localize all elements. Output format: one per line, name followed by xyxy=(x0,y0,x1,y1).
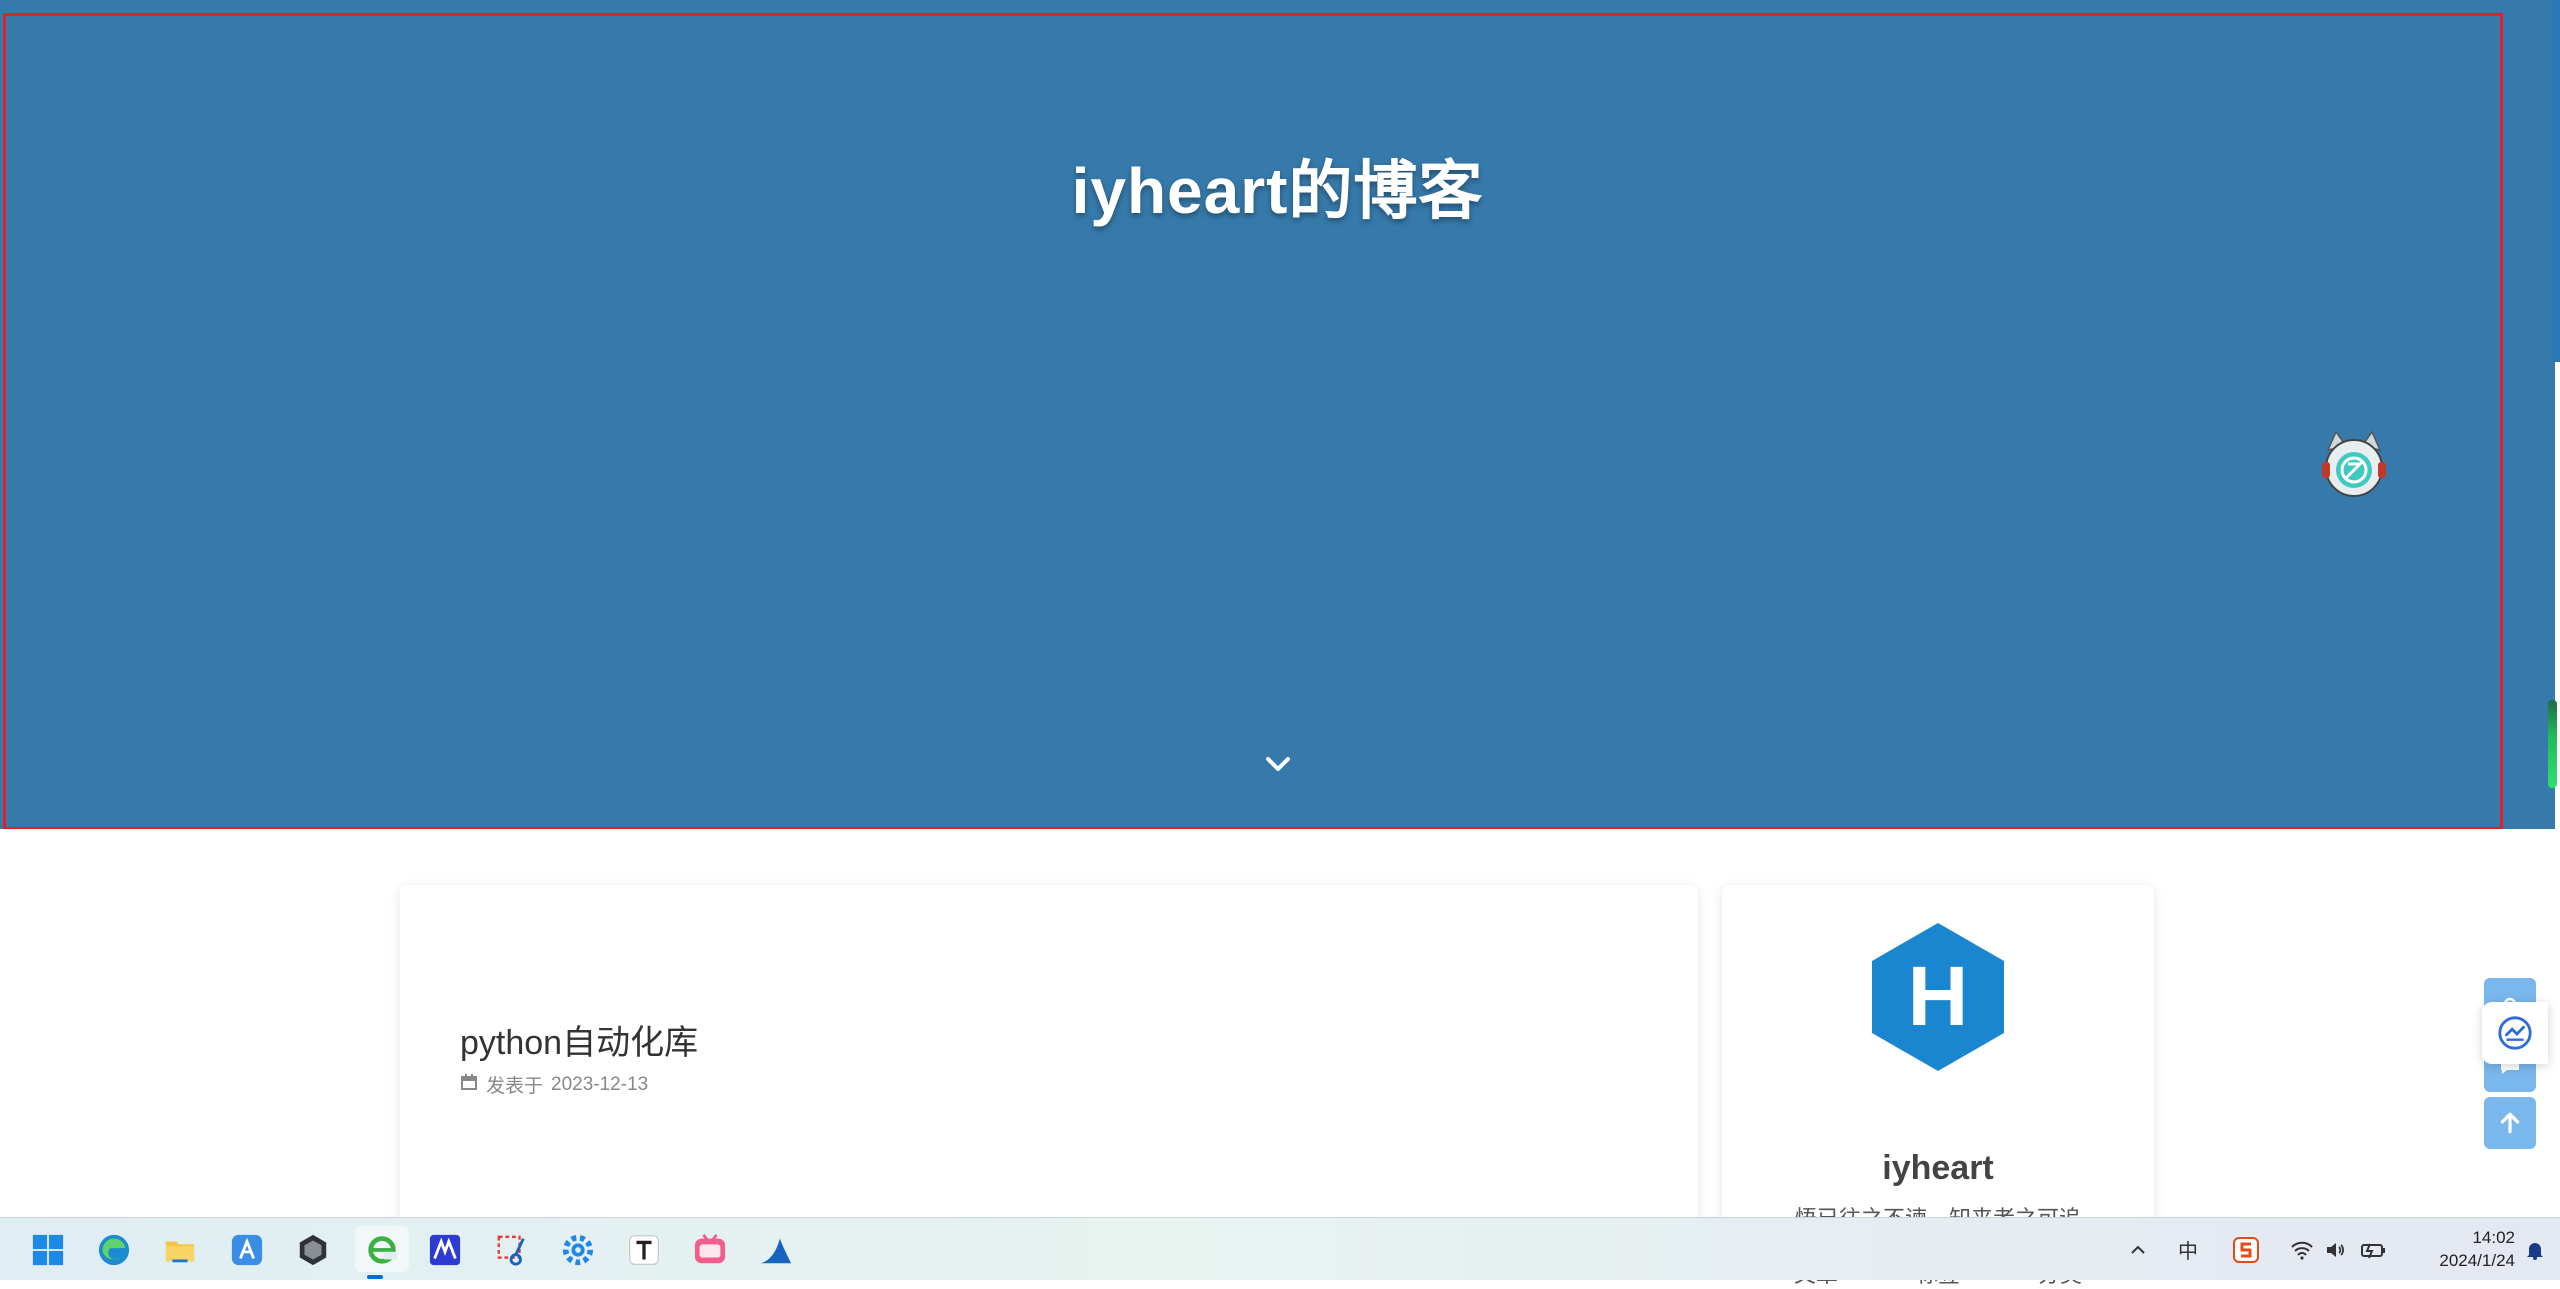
side-progress-indicator xyxy=(2548,700,2557,788)
author-name: iyheart xyxy=(1882,1149,1994,1187)
author-card: H iyheart 悟已往之不谏，知来者之可追 文章 标签 分类 xyxy=(1722,885,2154,1287)
snipping-tool-icon[interactable] xyxy=(492,1230,532,1270)
avatar-letter: H xyxy=(1908,949,1969,1043)
wireshark-icon[interactable] xyxy=(756,1230,796,1270)
scroll-down-chevron-icon[interactable] xyxy=(1261,748,1295,782)
typora-icon[interactable] xyxy=(624,1230,664,1270)
file-explorer-icon[interactable] xyxy=(160,1230,200,1270)
ime-label: 中 xyxy=(2178,1241,2198,1263)
translate-widget-icon[interactable] xyxy=(2482,1002,2548,1064)
hero-banner: iyheart的博客 xyxy=(0,0,2555,829)
post-meta: 发表于 2023-12-13 xyxy=(460,1071,648,1098)
clock-time: 14:02 xyxy=(2472,1228,2515,1247)
app-m-icon[interactable] xyxy=(425,1230,465,1270)
post-date: 2023-12-13 xyxy=(551,1073,649,1095)
post-title[interactable]: python自动化库 xyxy=(460,1015,698,1064)
mascot-icon[interactable] xyxy=(2318,428,2390,500)
wifi-icon[interactable] xyxy=(2290,1218,2314,1281)
post-meta-label: 发表于 xyxy=(486,1076,544,1097)
volume-icon[interactable] xyxy=(2324,1218,2348,1281)
settings-gear-icon[interactable] xyxy=(558,1230,598,1270)
main-content: python自动化库 发表于 2023-12-13 H iyheart 悟已往之… xyxy=(0,829,2560,1287)
notification-bell-icon[interactable] xyxy=(2524,1218,2546,1281)
ime-indicator[interactable]: 中 xyxy=(2178,1218,2198,1281)
tray-chevron-icon[interactable] xyxy=(2128,1218,2148,1281)
back-to-top-button[interactable] xyxy=(2484,1097,2536,1149)
edge-browser-icon[interactable] xyxy=(94,1230,134,1270)
app-a-icon[interactable] xyxy=(227,1230,267,1270)
sogou-ime-icon[interactable] xyxy=(2232,1218,2260,1281)
site-title[interactable]: iyheart的博客 xyxy=(0,140,2555,232)
taskbar: 中 14:02 2024/1/24 xyxy=(0,1217,2560,1280)
active-app-indicator xyxy=(367,1275,383,1279)
dark-cube-app-icon[interactable] xyxy=(293,1230,333,1270)
page-scrollbar[interactable] xyxy=(2552,0,2560,362)
bilibili-icon[interactable] xyxy=(690,1230,730,1270)
calendar-icon xyxy=(460,1073,478,1097)
author-avatar[interactable]: H xyxy=(1868,921,2008,1073)
windows-start-icon[interactable] xyxy=(28,1230,68,1270)
ie-browser-icon[interactable] xyxy=(355,1226,409,1272)
post-card[interactable]: python自动化库 发表于 2023-12-13 xyxy=(400,885,1698,1245)
battery-icon[interactable] xyxy=(2360,1218,2388,1281)
clock-date: 2024/1/24 xyxy=(2439,1251,2515,1270)
clock[interactable]: 14:02 2024/1/24 xyxy=(2405,1226,2515,1272)
